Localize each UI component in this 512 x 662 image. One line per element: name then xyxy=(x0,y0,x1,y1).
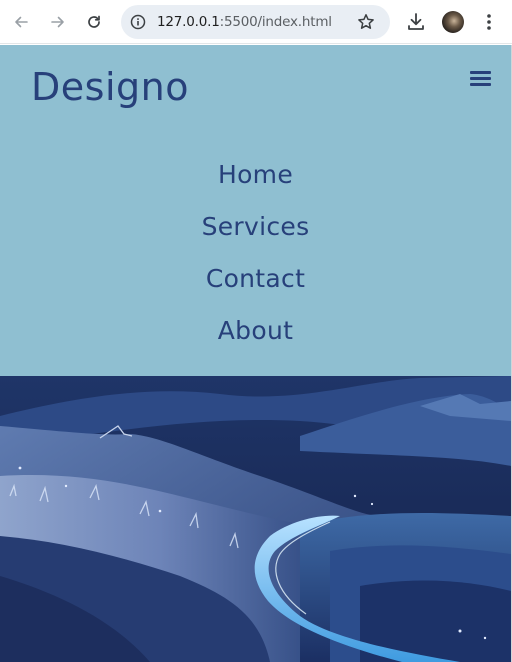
download-icon[interactable] xyxy=(406,11,426,33)
hamburger-bar xyxy=(470,71,491,74)
star-icon[interactable] xyxy=(357,13,375,31)
brand-logo[interactable]: Designo xyxy=(31,64,189,110)
night-landscape-illustration xyxy=(0,376,511,662)
reload-icon xyxy=(88,15,100,28)
site-header: Designo Home Services Contact About xyxy=(0,45,511,376)
three-dots-icon[interactable] xyxy=(480,12,498,32)
nav-item-contact: Contact xyxy=(0,252,511,304)
forward-button[interactable] xyxy=(45,9,71,35)
hamburger-bar xyxy=(470,77,491,80)
url-path: :5500/index.html xyxy=(219,14,332,30)
profile-avatar[interactable] xyxy=(442,11,464,33)
hero-image xyxy=(0,376,511,662)
url-host: 127.0.0.1 xyxy=(157,14,220,30)
hamburger-bar xyxy=(470,83,491,86)
nav-link-contact[interactable]: Contact xyxy=(206,264,305,293)
browser-toolbar: 127.0.0.1:5500/index.html xyxy=(0,0,512,44)
hamburger-icon[interactable] xyxy=(470,70,492,88)
reload-button[interactable] xyxy=(81,9,107,35)
address-bar[interactable]: 127.0.0.1:5500/index.html xyxy=(121,5,390,39)
back-button[interactable] xyxy=(8,9,34,35)
arrow-right-icon xyxy=(51,16,64,28)
nav-item-about: About xyxy=(0,304,511,356)
arrow-left-icon xyxy=(15,16,28,28)
nav-item-home: Home xyxy=(0,148,511,200)
url-text[interactable]: 127.0.0.1:5500/index.html xyxy=(157,14,332,30)
nav-link-about[interactable]: About xyxy=(218,316,293,345)
nav-item-services: Services xyxy=(0,200,511,252)
nav-link-home[interactable]: Home xyxy=(218,160,293,189)
info-icon[interactable] xyxy=(130,14,146,30)
page-viewport: Designo Home Services Contact About xyxy=(0,45,511,662)
nav-menu: Home Services Contact About xyxy=(0,148,511,356)
nav-link-services[interactable]: Services xyxy=(202,212,310,241)
